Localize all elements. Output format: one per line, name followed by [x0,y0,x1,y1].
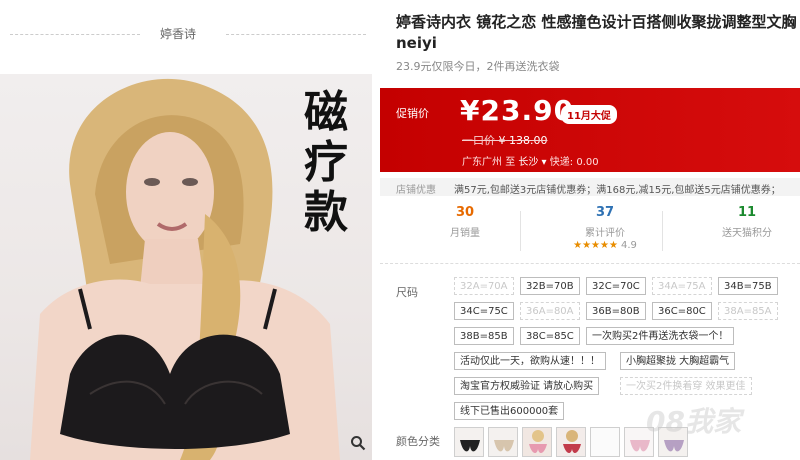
price-panel: 促销价 ¥23.90 11月大促 一口价 ¥ 138.00 广东广州 至 长沙 … [380,88,800,172]
size-option[interactable]: 36B=80B [586,302,646,320]
divider [226,34,366,35]
stat-value: 11 [737,205,757,220]
coupon-label: 店铺优惠 [396,185,436,196]
store-coupon-bar: 店铺优惠 满57元,包邮送3元店铺优惠券；满168元,减15元,包邮送5元店铺优… [380,178,800,196]
rating-value: 4.9 [620,240,637,251]
product-gallery: 婷香诗 磁 疗 款 [0,0,372,460]
title-line: 婷香诗内衣 镜花之恋 性感撞色设计百搭侧收聚拢调整型文胸 [396,13,797,31]
shipping-fee-label: 快递: [549,157,574,168]
brand-header: 婷香诗 [10,24,366,44]
title-line: neiyi [396,34,437,52]
color-swatch[interactable] [488,427,518,457]
size-option[interactable]: 线下已售出600000套 [454,402,565,420]
promo-badge: 11月大促 [561,105,617,124]
color-swatch[interactable] [454,427,484,457]
overlay-char: 款 [304,187,348,238]
shipping-info: 广东广州 至 长沙 ▾ 快递: 0.00 [462,153,599,168]
size-option[interactable]: 38C=85C [520,327,580,345]
color-swatch[interactable] [522,427,552,457]
stat-value: 30 [455,205,475,220]
ship-origin: 广东广州 [462,157,502,168]
stat-label: 累计评价 [585,228,625,239]
product-title: 婷香诗内衣 镜花之恋 性感撞色设计百搭侧收聚拢调整型文胸 neiyi [396,12,800,54]
product-subtitle: 23.9元仅限今日，2件再送洗衣袋 [396,60,560,73]
divider [662,211,663,251]
promo-price-label: 促销价 [396,107,429,120]
stat-reviews[interactable]: 37 累计评价 ★★★★★ 4.9 [550,205,660,251]
shipping-fee-value: 0.00 [576,157,599,168]
size-option[interactable]: 淘宝官方权威验证 请放心购买 [454,377,600,395]
size-option[interactable]: 32C=70C [586,277,646,295]
stat-label: 月销量 [450,228,480,239]
promo-price: ¥23.90 [460,94,575,127]
chevron-down-icon[interactable]: ▾ [538,157,549,168]
rating-stars: ★★★★★ 4.9 [550,240,660,251]
size-option[interactable]: 34B=75B [718,277,778,295]
size-option: 36A=80A [520,302,580,320]
original-price: 一口价 ¥ 138.00 [462,132,547,148]
coupon-text[interactable]: 满57元,包邮送3元店铺优惠券；满168元,减15元,包邮送5元店铺优惠券； [454,181,781,196]
overlay-char: 疗 [304,137,348,188]
size-label: 尺码 [396,286,418,299]
ship-destination-select[interactable]: 长沙 [518,157,538,168]
ship-to-label: 至 [505,157,516,168]
original-price-value: ¥ 138.00 [498,134,548,147]
size-option: 38A=85A [718,302,778,320]
promo-overlay-text: 磁 疗 款 [296,88,356,238]
divider [520,211,521,251]
size-option: 34A=75A [652,277,712,295]
size-option[interactable]: 34C=75C [454,302,514,320]
size-option[interactable]: 小胸超聚拢 大胸超霸气 [620,352,736,370]
color-swatch[interactable] [556,427,586,457]
stat-label: 送天猫积分 [722,228,772,239]
size-option: 32A=70A [454,277,514,295]
product-info: 婷香诗内衣 镜花之恋 性感撞色设计百搭侧收聚拢调整型文胸 neiyi 23.9元… [380,0,800,460]
brand-name: 婷香诗 [160,27,197,41]
stat-points: 11 送天猫积分 [692,205,800,239]
size-option[interactable]: 32B=70B [520,277,580,295]
stat-value: 37 [595,205,615,220]
divider [10,34,140,35]
color-swatch[interactable] [590,427,620,457]
size-option[interactable]: 活动仅此一天，欲购从速！！！ [454,352,606,370]
size-option[interactable]: 一次购买2件再送洗衣袋一个！ [586,327,735,345]
color-label: 颜色分类 [396,435,440,448]
size-option: 一次买2件换着穿 效果更佳 [620,377,752,395]
sales-stats: 30 月销量 37 累计评价 ★★★★★ 4.9 11 送天猫积分 [380,205,800,261]
size-option[interactable]: 36C=80C [652,302,712,320]
stat-monthly-sales: 30 月销量 [410,205,520,239]
magnifier-icon[interactable] [350,435,366,451]
original-price-label: 一口价 [462,134,495,147]
star-icons: ★★★★★ [573,240,618,251]
overlay-char: 磁 [304,87,348,138]
divider [380,263,800,264]
size-option[interactable]: 38B=85B [454,327,514,345]
watermark: 08我家 [646,405,741,438]
